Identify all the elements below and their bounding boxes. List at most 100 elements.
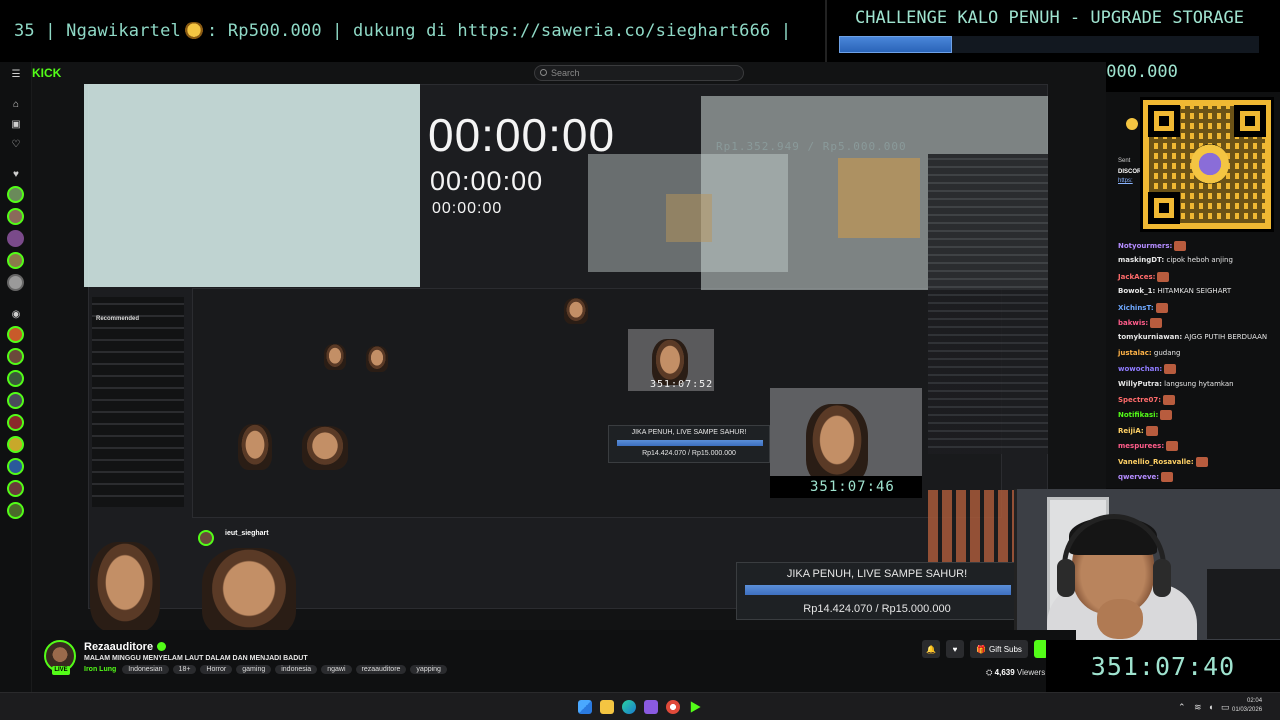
chat-username[interactable]: JackAces:	[1118, 273, 1155, 281]
chat-emote-icon	[1164, 364, 1177, 375]
chat-emote-icon	[1157, 271, 1170, 282]
chat-message: XichinsT:	[1118, 302, 1168, 313]
favorites-icon[interactable]: ♥	[8, 166, 24, 182]
nested-chat	[928, 154, 1048, 454]
chat-sent-label: Sent	[1118, 158, 1130, 164]
channel-avatar[interactable]	[7, 370, 24, 387]
chat-username[interactable]: justalac:	[1118, 349, 1152, 357]
kick-app-icon[interactable]	[690, 701, 701, 713]
chat-text: HITAMKAN SEIGHART	[1155, 287, 1232, 296]
chat-username[interactable]: Vanellio_Rosavalle:	[1118, 458, 1194, 466]
following-icon[interactable]: ♡	[8, 136, 24, 152]
stream-tag[interactable]: gaming	[236, 665, 272, 674]
chat-message: Notyourmers:	[1118, 241, 1187, 251]
chat-badge-icon	[1126, 118, 1138, 130]
system-clock[interactable]: 02:04 01/03/2026	[1232, 697, 1262, 715]
ticker-text-end: : Rp500.000 | dukung di https://saweria.…	[206, 21, 792, 41]
headset-earcup	[1057, 559, 1075, 597]
alert-progress-bar	[617, 440, 763, 446]
chat-message: wowochan:	[1118, 364, 1177, 375]
chat-discord-label: DISCOR	[1118, 169, 1142, 175]
channel-avatar[interactable]	[7, 458, 24, 475]
nested-person	[324, 344, 346, 370]
chat-username[interactable]: Spectre07:	[1118, 396, 1161, 404]
channel-avatar[interactable]	[7, 348, 24, 365]
channel-avatar[interactable]	[7, 480, 24, 497]
channel-avatar[interactable]	[7, 230, 24, 247]
file-explorer-icon[interactable]	[600, 700, 614, 714]
qr-finder	[1148, 192, 1180, 224]
nested-cam-timer: 351:07:52	[650, 379, 714, 390]
challenge-progress-bar	[839, 36, 1259, 53]
chat-username[interactable]: mespurees:	[1118, 442, 1164, 450]
tray-chevron-icon[interactable]: ⌃	[1178, 702, 1186, 713]
chat-username[interactable]: qwerveve:	[1118, 473, 1159, 481]
stream-tag[interactable]: 18+	[172, 665, 197, 674]
nested-cam-timer: 351:07:46	[810, 479, 895, 495]
stream-video[interactable]: KICK Search 00:00:00 00:00:00 00:00:00 R…	[32, 62, 1106, 630]
stream-tag[interactable]: rezaauditore	[355, 665, 407, 674]
start-icon[interactable]	[578, 700, 592, 714]
stream-tag[interactable]: indonesia	[275, 665, 318, 674]
edge-browser-icon[interactable]	[622, 700, 636, 714]
channel-avatar[interactable]	[7, 436, 24, 453]
chat-text: langsung hytamkan	[1161, 379, 1234, 388]
live-badge: LIVE	[52, 666, 70, 675]
channel-avatar[interactable]	[7, 392, 24, 409]
channel-avatar[interactable]	[7, 326, 24, 343]
chat-username[interactable]: Bowok_1:	[1118, 287, 1155, 295]
webcam-background-chair	[1207, 569, 1280, 639]
donation-qr-code	[1140, 97, 1274, 232]
chat-username[interactable]: Notifikasi:	[1118, 411, 1158, 419]
nested-streamer-name: ieut_sieghart	[225, 530, 269, 537]
chat-username[interactable]: ReijiA:	[1118, 427, 1144, 435]
search-placeholder: Search	[551, 68, 580, 78]
chat-username[interactable]: XichinsT:	[1118, 304, 1154, 312]
nested-recommended-label: Recommended	[96, 316, 140, 322]
recommended-icon[interactable]: ◉	[8, 306, 24, 322]
chat-message: Vanellio_Rosavalle:	[1118, 456, 1208, 467]
chrome-browser-icon[interactable]	[666, 700, 680, 714]
channel-avatar[interactable]	[7, 252, 24, 269]
home-icon[interactable]: ⌂	[8, 96, 24, 112]
search-bar[interactable]: Search	[534, 65, 744, 81]
challenge-title: CHALLENGE KALO PENUH - UPGRADE STORAGE	[855, 8, 1244, 28]
channel-avatar[interactable]	[7, 186, 24, 203]
channel-avatar[interactable]	[7, 208, 24, 225]
streamer-name[interactable]: Rezaauditore	[84, 641, 167, 653]
gift-subs-button[interactable]: 🎁 Gift Subs	[970, 640, 1028, 658]
chat-link[interactable]: https:	[1118, 178, 1133, 184]
chat-username[interactable]: tomykurniawan:	[1118, 333, 1182, 341]
volume-icon[interactable]: ◖	[1208, 702, 1213, 712]
wifi-icon[interactable]: ≋	[1194, 702, 1202, 713]
chat-username[interactable]: maskingDT:	[1118, 256, 1164, 264]
follow-heart-button[interactable]: ♥	[946, 640, 964, 658]
clock-date: 01/03/2026	[1232, 707, 1263, 713]
app-icon[interactable]	[644, 700, 658, 714]
chat-emote-icon	[1145, 425, 1158, 436]
channel-avatar[interactable]	[7, 274, 24, 291]
nested-timer-medium: 00:00:00	[430, 166, 544, 196]
battery-icon[interactable]: ▭	[1221, 702, 1230, 713]
browse-icon[interactable]: ▣	[8, 116, 24, 132]
category-link[interactable]: Iron Lung	[84, 666, 116, 673]
chat-message: Bowok_1: HITAMKAN SEIGHART	[1118, 287, 1231, 295]
viewer-count: ⛭ 4,639 Viewers	[986, 668, 1045, 678]
chat-emote-icon	[1195, 456, 1208, 467]
chat-username[interactable]: bakwis:	[1118, 319, 1148, 327]
stream-tag[interactable]: Horror	[200, 665, 233, 674]
channel-avatar[interactable]	[7, 502, 24, 519]
chat-username[interactable]: wowochan:	[1118, 365, 1162, 373]
windows-taskbar: ⌃ ≋ ◖ ▭ 02:04 01/03/2026	[0, 692, 1280, 720]
nested-person	[202, 548, 296, 630]
menu-icon[interactable]: ☰	[8, 66, 24, 82]
notification-bell-button[interactable]: 🔔	[922, 640, 940, 658]
stream-tag[interactable]: yapping	[410, 665, 447, 674]
channel-avatar[interactable]	[7, 414, 24, 431]
chat-username[interactable]: WillyPutra:	[1118, 380, 1162, 388]
donation-ticker: 35 | Ngawikartel : Rp500.000 | dukung di…	[0, 0, 825, 62]
stream-tag[interactable]: Indonesian	[122, 665, 169, 674]
chat-username[interactable]: Notyourmers:	[1118, 242, 1172, 250]
stream-tag[interactable]: ngawi	[321, 665, 352, 674]
nested-recommended	[92, 297, 184, 507]
